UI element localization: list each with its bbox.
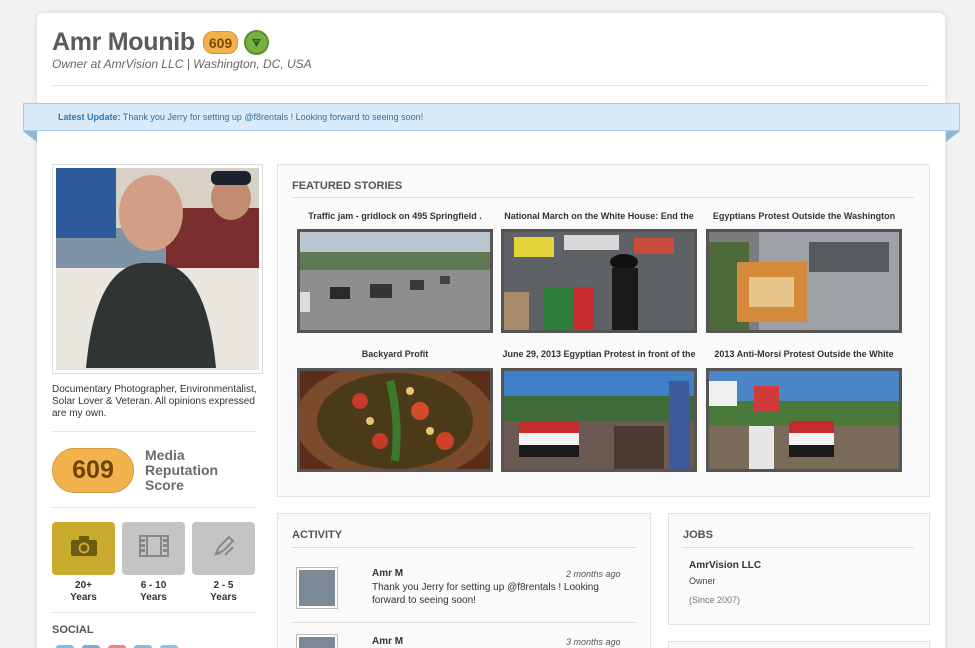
header-divider	[52, 85, 929, 86]
reputation-score-pill[interactable]: 609	[52, 448, 134, 493]
job-company[interactable]: AmrVision LLC	[689, 560, 761, 571]
photo-experience-value: 20+	[75, 580, 92, 591]
jobs-heading: JOBS	[683, 529, 713, 541]
profile-photo-image	[56, 168, 259, 370]
reputation-label: Media Reputation Score	[145, 447, 219, 493]
photo-experience-unit: Years	[70, 592, 97, 603]
latest-update-label: Latest Update:	[58, 112, 121, 122]
featured-divider	[292, 197, 914, 198]
next-panel	[668, 641, 930, 648]
camera-icon	[69, 534, 99, 563]
latest-update-text: Thank you Jerry for setting up @f8rental…	[122, 112, 424, 122]
writing-experience-value: 2 - 5	[213, 580, 234, 591]
activity-text: Thank you Jerry for setting up @f8rental…	[372, 582, 599, 606]
banner-fold-left	[23, 131, 37, 142]
film-icon	[138, 534, 170, 563]
featured-stories-heading: FEATURED STORIES	[292, 180, 403, 192]
activity-author[interactable]: Amr M	[372, 568, 403, 579]
bio-divider	[52, 431, 255, 432]
story-title[interactable]: Egyptians Protest Outside the Washington	[706, 211, 902, 221]
writing-experience-label: 2 - 5 Years	[192, 580, 255, 604]
story-title[interactable]: Traffic jam - gridlock on 495 Springfiel…	[297, 211, 493, 221]
job-role: Owner	[689, 576, 716, 586]
activity-divider	[292, 547, 636, 548]
latest-update-banner: Latest Update: Thank you Jerry for setti…	[23, 103, 960, 131]
profile-photo[interactable]	[52, 164, 263, 374]
video-experience-value: 6 - 10	[140, 580, 167, 591]
activity-heading: ACTIVITY	[292, 529, 343, 541]
video-experience-unit: Years	[140, 592, 167, 603]
photo-experience-label: 20+ Years	[52, 580, 115, 604]
story-title[interactable]: 2013 Anti-Morsi Protest Outside the Whit…	[706, 349, 902, 359]
writing-experience-tile[interactable]	[192, 522, 255, 575]
activity-time: 2 months ago	[566, 569, 621, 579]
level-badge-icon[interactable]	[244, 30, 270, 55]
story-title[interactable]: Backyard Profit	[297, 349, 493, 359]
story-title[interactable]: June 29, 2013 Egyptian Protest in front …	[501, 349, 697, 359]
video-experience-label: 6 - 10 Years	[122, 580, 185, 604]
score-badge[interactable]: 609	[202, 31, 239, 54]
writing-experience-unit: Years	[210, 592, 237, 603]
story-title[interactable]: National March on the White House: End t…	[501, 211, 697, 221]
video-experience-tile[interactable]	[122, 522, 185, 575]
job-since: (Since 2007)	[689, 595, 741, 605]
experience-divider	[52, 612, 255, 613]
story-thumbnail-food[interactable]	[297, 368, 493, 472]
pen-icon	[211, 533, 237, 564]
reputation-divider	[52, 507, 255, 508]
activity-avatar[interactable]	[296, 567, 338, 609]
profile-bio: Documentary Photographer, Environmentali…	[52, 384, 257, 419]
activity-author[interactable]: Amr M	[372, 636, 403, 647]
social-heading: SOCIAL	[52, 624, 94, 636]
story-thumbnail-embassy[interactable]	[706, 229, 902, 333]
story-thumbnail-protest[interactable]	[501, 368, 697, 472]
jobs-divider	[683, 547, 914, 548]
activity-time: 3 months ago	[566, 637, 621, 647]
banner-fold-right	[946, 131, 960, 142]
story-thumbnail-traffic[interactable]	[297, 229, 493, 333]
story-thumbnail-march[interactable]	[501, 229, 697, 333]
photo-experience-tile[interactable]	[52, 522, 115, 575]
story-thumbnail-anti-morsi[interactable]	[706, 368, 902, 472]
activity-item-divider	[292, 622, 636, 623]
profile-name: Amr Mounib	[52, 28, 195, 56]
activity-avatar[interactable]	[296, 634, 338, 648]
profile-header: Amr Mounib 609	[52, 28, 270, 57]
profile-subtitle: Owner at AmrVision LLC | Washington, DC,…	[52, 57, 312, 71]
